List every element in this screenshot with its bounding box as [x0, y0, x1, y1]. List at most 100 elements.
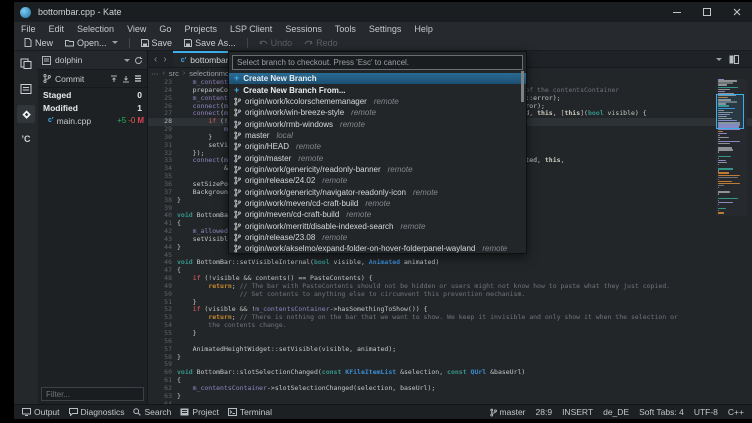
tab-next-icon[interactable]: › — [163, 54, 166, 65]
project-dropdown-icon[interactable] — [124, 58, 130, 62]
maximize-button[interactable] — [692, 2, 722, 22]
open-dropdown-icon[interactable] — [111, 41, 118, 44]
git-menu-icon[interactable] — [134, 75, 142, 82]
popup-branch-item[interactable]: origin/work/genericity/readonly-banner re… — [229, 164, 526, 175]
menu-item-go[interactable]: Go — [159, 24, 171, 34]
modified-row[interactable]: Modified 1 — [38, 101, 147, 114]
menu-item-view[interactable]: View — [127, 24, 146, 34]
code-line-53[interactable]: 53 return; // There is nothing on the ba… — [148, 313, 752, 322]
code-line-51[interactable]: 51 } — [148, 298, 752, 307]
git-icon[interactable] — [17, 105, 35, 123]
statusbar-terminal-toggle[interactable]: Terminal — [227, 407, 272, 417]
refresh-icon[interactable] — [134, 56, 143, 65]
popup-item-create-new-branch[interactable]: + Create New Branch — [229, 73, 526, 85]
code-line-50[interactable]: 50 // Set contents to anything else to c… — [148, 290, 752, 299]
statusbar-output-toggle[interactable]: Output — [22, 407, 60, 417]
popup-branch-item[interactable]: master local — [229, 130, 526, 141]
popup-branch-item[interactable]: origin/work/merritt/disable-indexed-sear… — [229, 220, 526, 231]
save-button[interactable]: Save — [137, 36, 177, 49]
code-line-56[interactable]: 56 — [148, 337, 752, 346]
encoding[interactable]: UTF-8 — [694, 407, 718, 417]
popup-branch-item[interactable]: origin/master remote — [229, 152, 526, 163]
split-view-icon[interactable] — [729, 54, 739, 64]
code-line-62[interactable]: 62 m_contentsContainer->slotSelectionCha… — [148, 384, 752, 393]
line-number: 42 — [164, 227, 172, 236]
popup-scrollbar[interactable] — [521, 71, 524, 102]
code-line-57[interactable]: 57 AnimatedHeightWidget::setVisible(visi… — [148, 345, 752, 354]
documents-icon[interactable] — [17, 55, 35, 73]
cursor-position[interactable]: 28:9 — [536, 407, 553, 417]
popup-branch-item[interactable]: origin/work/genericity/navigator-readonl… — [229, 186, 526, 197]
popup-item-create-new-branch-from-[interactable]: + Create New Branch From... — [229, 84, 526, 95]
modified-file-row[interactable]: c′ main.cpp +5 -0 M — [38, 114, 147, 127]
tab-prev-icon[interactable]: ‹ — [154, 54, 157, 65]
branch-search-input[interactable]: Select branch to checkout. Press 'Esc' t… — [232, 55, 523, 70]
code-line-48[interactable]: 48 if (!visible && contents() == PasteCo… — [148, 274, 752, 283]
code-line-64[interactable]: 64 — [148, 400, 752, 404]
popup-branch-item[interactable]: origin/work/akselmo/expand-folder-on-hov… — [229, 243, 526, 253]
popup-branch-item[interactable]: origin/work/rmb-windows remote — [229, 118, 526, 129]
minimap-viewport[interactable] — [716, 94, 744, 129]
branch-type-tag: remote — [387, 164, 413, 174]
code-line-60[interactable]: 60 void BottomBar::slotSelectionChanged(c… — [148, 368, 752, 377]
menu-item-tools[interactable]: Tools — [335, 24, 356, 34]
statusbar-search-toggle[interactable]: Search — [133, 407, 171, 417]
filter-input[interactable]: Filter... — [41, 387, 144, 401]
statusbar-branch[interactable]: master — [489, 407, 526, 417]
code-line-63[interactable]: 63} — [148, 392, 752, 401]
push-icon[interactable] — [110, 75, 118, 83]
popup-branch-item[interactable]: origin/work/win-breeze-style remote — [229, 107, 526, 118]
popup-branch-item[interactable]: origin/HEAD remote — [229, 141, 526, 152]
menu-item-edit[interactable]: Edit — [49, 24, 65, 34]
save-as-button[interactable]: Save As... — [180, 36, 240, 49]
new-button[interactable]: New — [20, 36, 57, 49]
tab-list-icon[interactable] — [716, 57, 722, 61]
menu-item-selection[interactable]: Selection — [77, 24, 114, 34]
code-line-59[interactable]: 59 — [148, 361, 752, 369]
staged-row[interactable]: Staged 0 — [38, 88, 147, 101]
popup-branch-item[interactable]: origin/release/23.08 remote — [229, 232, 526, 243]
code-line-46[interactable]: 46 void BottomBar::setVisibleInternal(boo… — [148, 259, 752, 267]
popup-branch-item[interactable]: origin/meven/cd-craft-build remote — [229, 209, 526, 220]
menu-item-lsp-client[interactable]: LSP Client — [230, 24, 272, 34]
dictionary[interactable]: de_DE — [603, 407, 629, 417]
open-button[interactable]: Open... — [61, 36, 122, 49]
code-line-54[interactable]: 54 the contents change. — [148, 321, 752, 330]
code-line-55[interactable]: 55 } — [148, 329, 752, 338]
redo-button[interactable]: Redo — [300, 36, 342, 49]
menu-item-projects[interactable]: Projects — [184, 24, 217, 34]
minimize-button[interactable] — [662, 2, 692, 22]
undo-button[interactable]: Undo — [255, 36, 297, 49]
statusbar-project-toggle[interactable]: Project — [180, 407, 219, 417]
popup-branch-item[interactable]: origin/work/kcolorschememanager remote — [229, 96, 526, 107]
project-panel-icon[interactable] — [17, 80, 35, 98]
popup-branch-item[interactable]: origin/release/24.02 remote — [229, 175, 526, 186]
branch-type-tag: remote — [351, 108, 377, 118]
statusbar-diagnostics-toggle[interactable]: Diagnostics — [68, 407, 124, 417]
menu-item-sessions[interactable]: Sessions — [285, 24, 322, 34]
title-bar[interactable]: bottombar.cpp - Kate — [14, 2, 752, 22]
code-line-52[interactable]: 52 if (visible && !m_contentsContainer->… — [148, 306, 752, 314]
code-line-49[interactable]: 49 return; // The bar with PasteContents… — [148, 282, 752, 291]
breadcrumb-overflow-icon[interactable]: ⋯ — [151, 69, 159, 78]
menu-item-settings[interactable]: Settings — [369, 24, 402, 34]
plus-icon: + — [234, 73, 240, 84]
tab-settings[interactable]: Soft Tabs: 4 — [639, 407, 684, 417]
project-selector[interactable]: dolphin — [55, 55, 82, 65]
code-text: } — [177, 353, 181, 361]
commit-button[interactable]: Commit — [55, 74, 84, 84]
close-button[interactable] — [722, 2, 752, 22]
insert-mode[interactable]: INSERT — [562, 407, 593, 417]
code-line-58[interactable]: 58} — [148, 353, 752, 362]
menu-item-help[interactable]: Help — [414, 24, 433, 34]
code-line-47[interactable]: 47 { — [148, 266, 752, 275]
file-type[interactable]: C++ — [728, 407, 744, 417]
pull-icon[interactable] — [122, 75, 130, 83]
symbols-icon[interactable]: ’C — [17, 130, 35, 148]
breadcrumb-segment[interactable]: src — [169, 69, 179, 78]
code-line-61[interactable]: 61 { — [148, 376, 752, 385]
branch-label: origin/work/genericity/readonly-banner — [245, 164, 381, 174]
popup-branch-item[interactable]: origin/work/meven/cd-craft-build remote — [229, 198, 526, 209]
menu-item-file[interactable]: File — [21, 24, 36, 34]
minimap-scrollbar[interactable] — [716, 79, 747, 217]
